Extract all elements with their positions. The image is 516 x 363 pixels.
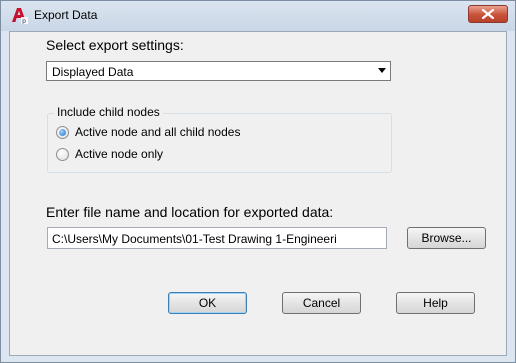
autocad-app-icon: p (10, 6, 28, 25)
title-bar[interactable]: p Export Data (1, 1, 515, 31)
child-nodes-group (47, 113, 392, 173)
browse-button[interactable]: Browse... (407, 227, 486, 249)
export-settings-selected-value: Displayed Data (52, 65, 134, 79)
radio-label-active-node-and-children[interactable]: Active node and all child nodes (75, 125, 240, 139)
export-data-dialog: p Export Data Select export settings: Di… (0, 0, 516, 363)
file-path-value: C:\Users\My Documents\01-Test Drawing 1-… (52, 232, 337, 246)
radio-active-node-only[interactable] (56, 148, 69, 161)
child-nodes-group-label: Include child nodes (54, 105, 163, 119)
close-icon (482, 9, 494, 19)
export-settings-dropdown[interactable]: Displayed Data (46, 61, 391, 81)
file-path-input[interactable]: C:\Users\My Documents\01-Test Drawing 1-… (47, 227, 387, 249)
window-title: Export Data (34, 8, 98, 22)
file-location-label: Enter file name and location for exporte… (46, 204, 334, 220)
close-button[interactable] (468, 5, 508, 23)
export-settings-heading: Select export settings: (46, 37, 184, 53)
cancel-button[interactable]: Cancel (282, 292, 361, 314)
radio-active-node-and-children[interactable] (56, 126, 69, 139)
dropdown-arrow-icon (378, 68, 386, 73)
help-button[interactable]: Help (396, 292, 475, 314)
svg-text:p: p (22, 18, 26, 24)
ok-button[interactable]: OK (168, 292, 247, 314)
radio-label-active-node-only[interactable]: Active node only (75, 147, 163, 161)
